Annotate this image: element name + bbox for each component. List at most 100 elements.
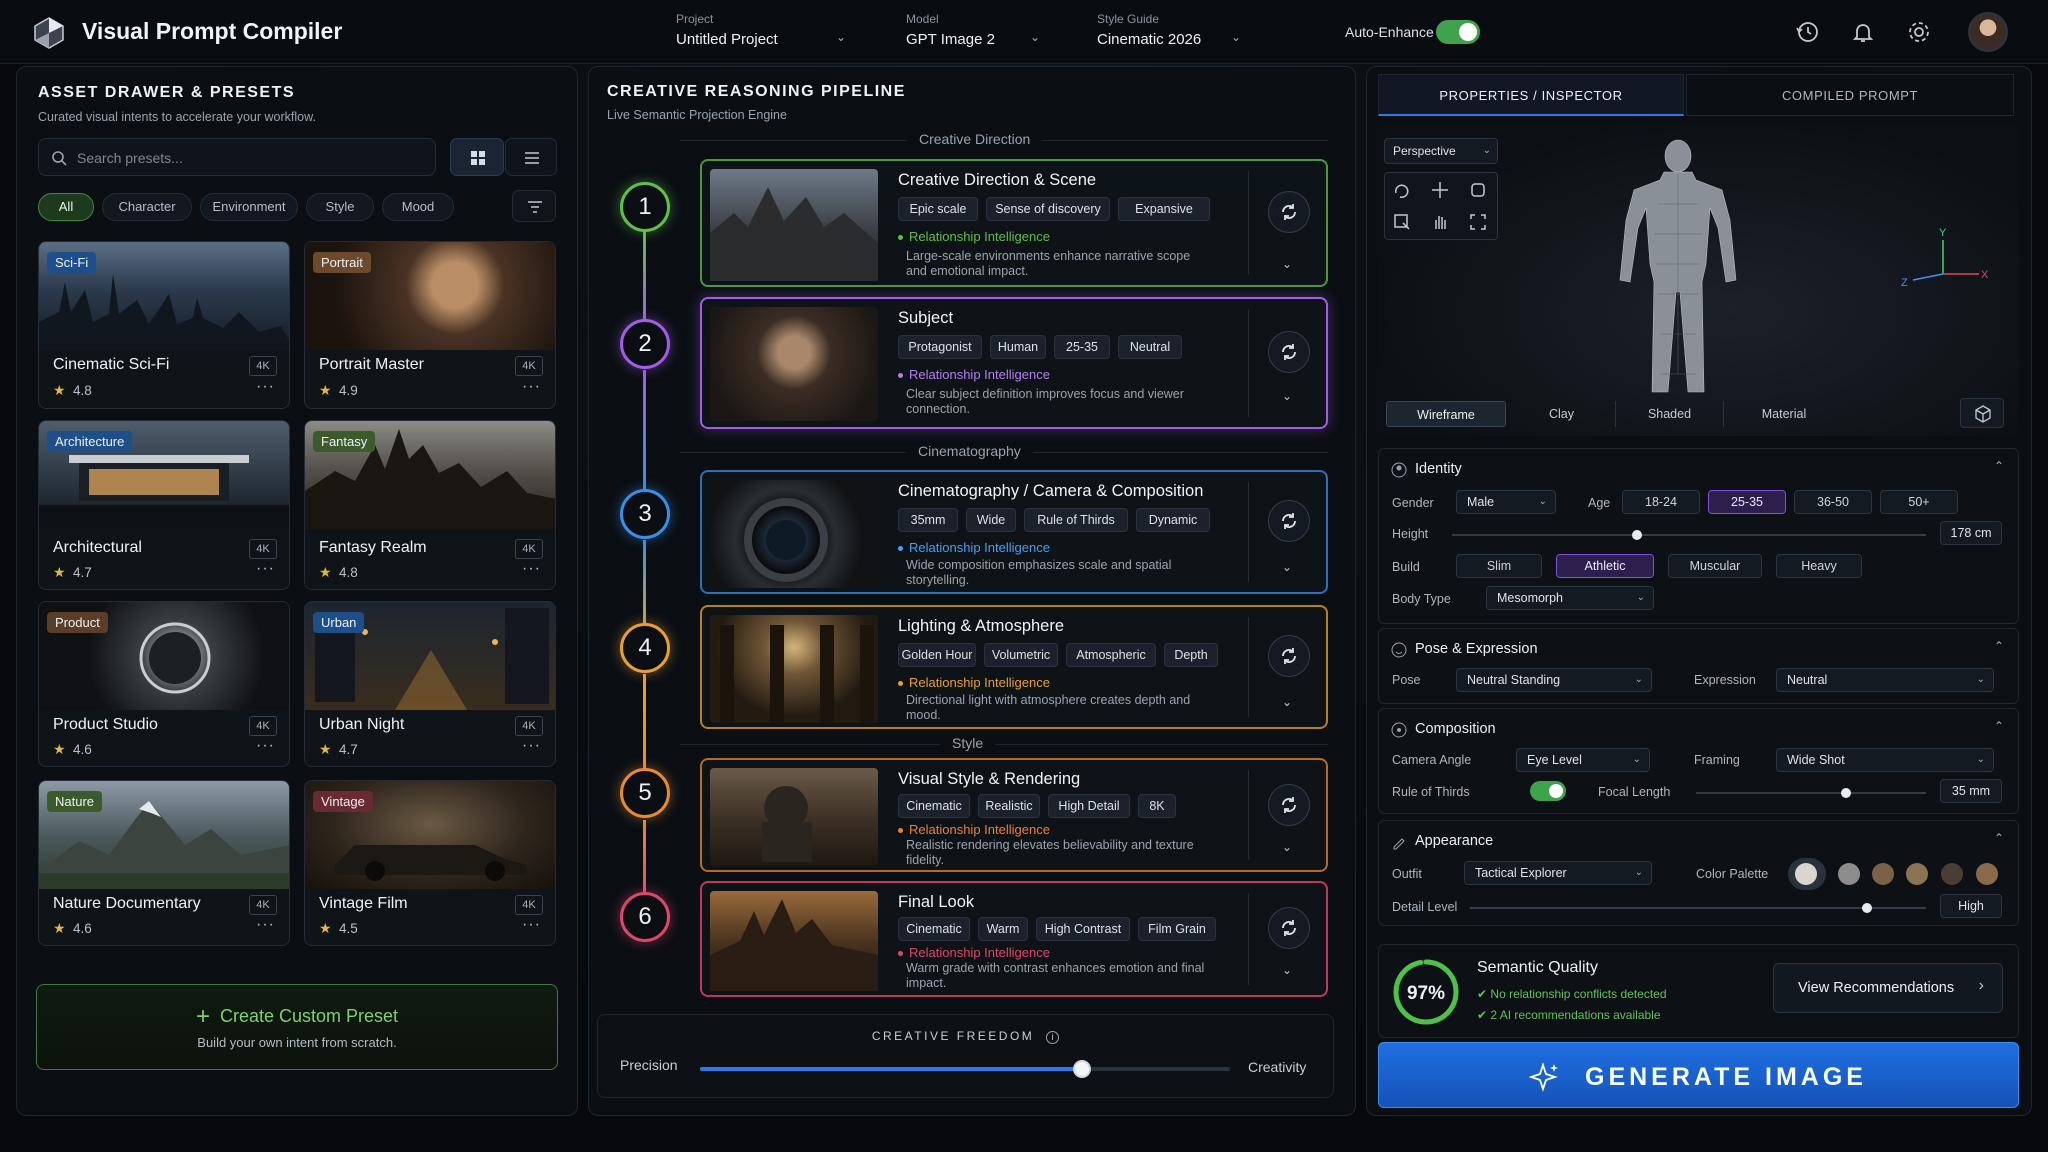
- render-mode-material[interactable]: Material: [1724, 401, 1844, 427]
- grid-view-button[interactable]: [450, 138, 504, 176]
- detail-level-slider[interactable]: [1470, 903, 1926, 913]
- step-tag[interactable]: Realistic: [978, 794, 1040, 818]
- preset-card[interactable]: Fantasy Fantasy Realm 4K ★ 4.8 ···: [304, 420, 556, 590]
- expand-chevron-icon[interactable]: ⌄: [1282, 695, 1292, 709]
- color-swatch[interactable]: [1941, 863, 1963, 885]
- fullscreen-icon[interactable]: [1469, 213, 1487, 231]
- step-tag[interactable]: Depth: [1164, 643, 1218, 667]
- pipeline-step-card[interactable]: Subject Protagonist Human 25-35 Neutral …: [700, 297, 1328, 429]
- filter-chip-character[interactable]: Character: [102, 193, 192, 221]
- move-icon[interactable]: [1431, 181, 1449, 199]
- pipeline-step-card[interactable]: Visual Style & Rendering Cinematic Reali…: [700, 758, 1328, 872]
- slider-knob[interactable]: [1631, 530, 1642, 540]
- build-option-slim[interactable]: Slim: [1456, 554, 1542, 578]
- hand-icon[interactable]: [1431, 213, 1449, 231]
- color-swatch[interactable]: [1838, 863, 1860, 885]
- height-value[interactable]: 178 cm: [1940, 521, 2002, 545]
- pipeline-step-card[interactable]: Lighting & Atmosphere Golden Hour Volume…: [700, 605, 1328, 729]
- select-icon[interactable]: [1393, 213, 1411, 231]
- regenerate-button[interactable]: [1268, 907, 1310, 949]
- more-options-icon[interactable]: ···: [522, 378, 541, 396]
- build-option-athletic[interactable]: Athletic: [1556, 554, 1654, 578]
- step-tag[interactable]: Human: [990, 335, 1046, 359]
- expand-chevron-icon[interactable]: ⌄: [1282, 257, 1292, 271]
- filter-chip-mood[interactable]: Mood: [382, 193, 454, 221]
- step-tag[interactable]: High Contrast: [1036, 917, 1130, 941]
- pipeline-step-card[interactable]: Cinematography / Camera & Composition 35…: [700, 470, 1328, 594]
- filter-settings-button[interactable]: [512, 190, 556, 222]
- step-tag[interactable]: Volumetric: [984, 643, 1058, 667]
- more-options-icon[interactable]: ···: [256, 916, 275, 934]
- step-tag[interactable]: Expansive: [1118, 197, 1210, 221]
- gear-icon[interactable]: [1905, 18, 1933, 46]
- 3d-viewport[interactable]: Y Z X: [1378, 124, 2019, 436]
- step-tag[interactable]: 35mm: [898, 508, 958, 532]
- step-tag[interactable]: Protagonist: [898, 335, 982, 359]
- collapse-icon[interactable]: ⌃: [1994, 639, 2004, 653]
- step-tag[interactable]: 25-35: [1054, 335, 1110, 359]
- expand-chevron-icon[interactable]: ⌄: [1282, 963, 1292, 977]
- scale-icon[interactable]: [1469, 181, 1487, 199]
- collapse-icon[interactable]: ⌃: [1994, 459, 2004, 473]
- rotate-icon[interactable]: [1393, 181, 1411, 199]
- expand-chevron-icon[interactable]: ⌄: [1282, 560, 1292, 574]
- render-mode-clay[interactable]: Clay: [1508, 401, 1616, 427]
- step-tag[interactable]: Epic scale: [898, 197, 978, 221]
- collapse-icon[interactable]: ⌃: [1994, 831, 2004, 845]
- more-options-icon[interactable]: ···: [522, 737, 541, 755]
- preset-card[interactable]: Architecture Architectural 4K ★ 4.7 ···: [38, 420, 290, 590]
- render-mode-wireframe[interactable]: Wireframe: [1386, 401, 1506, 427]
- pose-dropdown[interactable]: Neutral Standing ⌄: [1456, 668, 1652, 692]
- color-swatch[interactable]: [1906, 863, 1928, 885]
- build-option-heavy[interactable]: Heavy: [1776, 554, 1862, 578]
- regenerate-button[interactable]: [1268, 191, 1310, 233]
- step-tag[interactable]: Golden Hour: [898, 643, 976, 667]
- collapse-icon[interactable]: ⌃: [1994, 719, 2004, 733]
- bell-icon[interactable]: [1849, 18, 1877, 46]
- view-recommendations-button[interactable]: View Recommendations ›: [1773, 963, 2003, 1013]
- camera-angle-dropdown[interactable]: Eye Level ⌄: [1516, 748, 1650, 772]
- filter-chip-style[interactable]: Style: [306, 193, 374, 221]
- gender-dropdown[interactable]: Male ⌄: [1456, 490, 1556, 514]
- slider-knob[interactable]: [1861, 903, 1872, 913]
- build-option-muscular[interactable]: Muscular: [1668, 554, 1762, 578]
- step-tag[interactable]: Cinematic: [898, 794, 970, 818]
- color-swatch[interactable]: [1795, 863, 1817, 885]
- framing-dropdown[interactable]: Wide Shot ⌄: [1776, 748, 1994, 772]
- step-tag[interactable]: High Detail: [1048, 794, 1130, 818]
- regenerate-button[interactable]: [1268, 784, 1310, 826]
- regenerate-button[interactable]: [1268, 500, 1310, 542]
- age-option-25-35[interactable]: 25-35: [1708, 490, 1786, 514]
- more-options-icon[interactable]: ···: [256, 560, 275, 578]
- auto-enhance-toggle[interactable]: [1436, 20, 1480, 44]
- step-tag[interactable]: Sense of discovery: [986, 197, 1110, 221]
- step-tag[interactable]: Dynamic: [1136, 508, 1210, 532]
- preset-card[interactable]: Sci-Fi Cinematic Sci-Fi 4K ★ 4.8 ···: [38, 241, 290, 409]
- slider-knob[interactable]: [1072, 1060, 1091, 1078]
- perspective-dropdown[interactable]: Perspective ⌄: [1384, 138, 1498, 164]
- creative-freedom-slider[interactable]: [700, 1060, 1230, 1078]
- body-type-dropdown[interactable]: Mesomorph ⌄: [1486, 586, 1654, 610]
- regenerate-button[interactable]: [1268, 635, 1310, 677]
- step-tag[interactable]: Neutral: [1118, 335, 1182, 359]
- step-tag[interactable]: Wide: [966, 508, 1016, 532]
- focal-length-slider[interactable]: [1696, 788, 1926, 798]
- color-swatch[interactable]: [1976, 863, 1998, 885]
- render-mode-shaded[interactable]: Shaded: [1616, 401, 1724, 427]
- list-view-button[interactable]: [505, 138, 557, 176]
- preset-card[interactable]: Nature Nature Documentary 4K ★ 4.6 ···: [38, 780, 290, 946]
- tab-properties[interactable]: PROPERTIES / INSPECTOR: [1378, 74, 1684, 116]
- regenerate-button[interactable]: [1268, 331, 1310, 373]
- slider-knob[interactable]: [1840, 788, 1851, 798]
- more-options-icon[interactable]: ···: [522, 916, 541, 934]
- preset-card[interactable]: Vintage Vintage Film 4K ★ 4.5 ···: [304, 780, 556, 946]
- color-swatch[interactable]: [1872, 863, 1894, 885]
- step-tag[interactable]: Warm: [978, 917, 1028, 941]
- create-custom-preset-button[interactable]: + Create Custom Preset Build your own int…: [36, 984, 558, 1070]
- search-input[interactable]: Search presets...: [38, 138, 436, 176]
- detail-level-value[interactable]: High: [1940, 894, 2002, 918]
- expand-chevron-icon[interactable]: ⌄: [1282, 389, 1292, 403]
- age-option-18-24[interactable]: 18-24: [1622, 490, 1700, 514]
- project-selector[interactable]: Project Untitled Project ⌄: [676, 12, 846, 54]
- generate-image-button[interactable]: GENERATE IMAGE: [1378, 1042, 2019, 1108]
